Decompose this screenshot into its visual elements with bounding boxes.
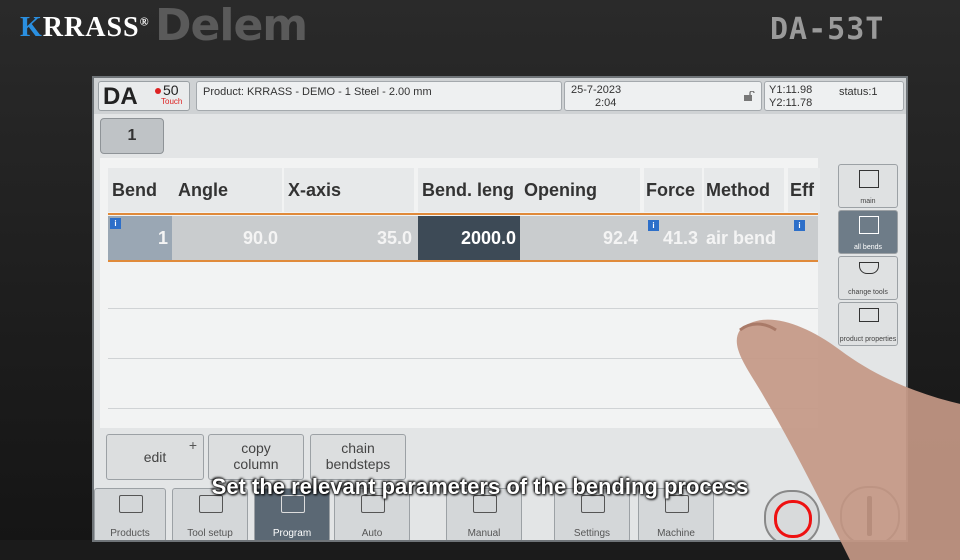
empty-row-divider (108, 308, 818, 309)
header-method: Method (704, 168, 784, 212)
header-eff: Eff (788, 168, 820, 212)
delem-logo: Delem (155, 0, 308, 51)
axis-status-box: Y1:11.98 Y2:11.78 status:1 (764, 81, 904, 111)
cell-force[interactable]: 41.3 (644, 216, 702, 260)
header-bend-length: Bend. leng (418, 168, 522, 212)
unlock-icon[interactable] (743, 91, 755, 101)
header-angle: Angle (174, 168, 282, 212)
side-button-main[interactable]: main (838, 164, 898, 208)
header-opening: Opening (522, 168, 640, 212)
product-info[interactable]: Product: KRRASS - DEMO - 1 Steel - 2.00 … (196, 81, 562, 111)
table-icon (859, 216, 879, 234)
krrass-logo: KRRASS® (20, 12, 150, 43)
side-button-change-tools[interactable]: change tools (838, 256, 898, 300)
side-button-all-bends[interactable]: all bends (838, 210, 898, 254)
date-time-box: 25-7-2023 2:04 (564, 81, 762, 111)
model-label: DA-53T (770, 12, 885, 47)
row-divider (108, 260, 818, 262)
info-icon[interactable]: i (110, 218, 121, 229)
bend-table: Bend Angle X-axis Bend. leng Opening For… (100, 158, 820, 428)
cell-method[interactable]: air bend (702, 216, 788, 260)
da50-logo: DA 50 Touch (98, 81, 190, 111)
tool-icon (859, 262, 879, 274)
pointing-hand (736, 319, 960, 560)
top-status-bar: DA 50 Touch Product: KRRASS - DEMO - 1 S… (94, 78, 906, 114)
cell-opening[interactable]: 92.4 (522, 216, 642, 260)
empty-row-divider (108, 358, 818, 359)
header-bend: Bend (108, 168, 174, 212)
header-divider (108, 213, 818, 215)
logo-dot (155, 88, 161, 94)
info-icon[interactable]: i (794, 220, 805, 231)
cell-angle[interactable]: 90.0 (174, 216, 282, 260)
cell-x-axis[interactable]: 35.0 (284, 216, 416, 260)
header-force: Force (644, 168, 702, 212)
video-subtitle: Set the relevant parameters of the bendi… (211, 474, 749, 499)
empty-row-divider (108, 408, 818, 409)
header-x-axis: X-axis (284, 168, 414, 212)
plus-icon: + (188, 437, 197, 453)
tab-bend-1[interactable]: 1 (100, 118, 164, 154)
window-icon (859, 170, 879, 188)
cell-bend-length[interactable]: 2000.0 (418, 216, 520, 260)
